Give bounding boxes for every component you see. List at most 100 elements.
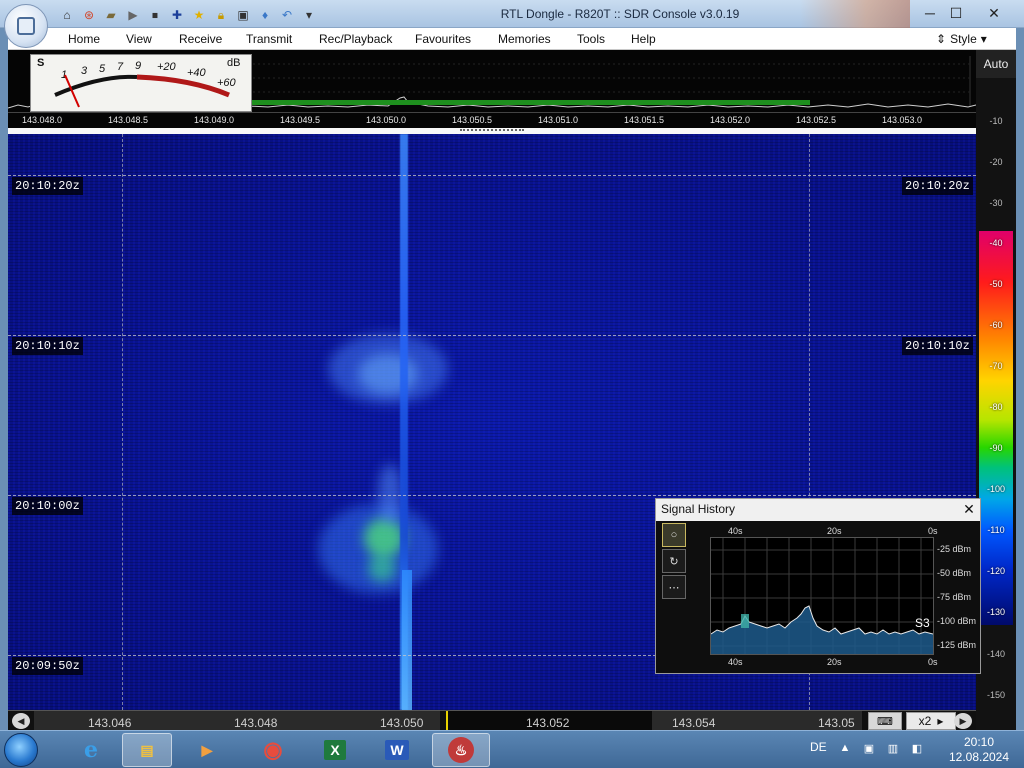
device-icon[interactable]: ▣ <box>862 741 876 755</box>
menu-tools[interactable]: Tools <box>577 32 605 46</box>
taskbar-app-word[interactable]: W <box>372 733 422 767</box>
time-label: 20:10:20z <box>902 177 973 195</box>
record-button[interactable]: ○ <box>662 523 686 547</box>
word-icon: W <box>385 740 409 760</box>
network-icon[interactable]: ▥ <box>886 741 900 755</box>
signal-history-close-button[interactable]: ✕ <box>962 502 976 516</box>
grid-line <box>8 335 976 336</box>
menu-favourites[interactable]: Favourites <box>415 32 471 46</box>
start-button[interactable] <box>4 733 38 767</box>
menu-rec-playback[interactable]: Rec/Playback <box>319 32 392 46</box>
taskbar-app-chrome[interactable]: ◉ <box>248 733 298 767</box>
freq-tick: 143.053.0 <box>882 115 923 125</box>
scroll-right-icon[interactable]: ▶ <box>954 713 972 729</box>
menu-help[interactable]: Help <box>631 32 656 46</box>
x-axis-label: 0s <box>928 526 938 536</box>
signal-history-plot <box>710 537 934 655</box>
volume-icon[interactable]: ◧ <box>910 741 924 755</box>
spectrum-filter-bar <box>248 100 810 105</box>
menu-receive[interactable]: Receive <box>179 32 222 46</box>
favourite-star-icon[interactable]: ★ <box>190 6 208 24</box>
scroll-left-icon[interactable]: ◀ <box>12 713 30 729</box>
taskbar-app-sdr-console[interactable]: ♨ <box>432 733 490 767</box>
colour-tick: -110 <box>987 525 1005 535</box>
spectrum-display[interactable]: S dB 1 3 5 7 9 +20 +40 +60 <box>8 50 976 112</box>
lock-icon[interactable]: 🔒︎ <box>212 6 230 24</box>
colour-tick: -120 <box>986 566 1005 576</box>
x-axis-label: 40s <box>728 526 743 536</box>
customize-dropdown-icon[interactable]: ▾ <box>300 6 318 24</box>
colour-tick: -100 <box>986 484 1005 494</box>
clock-time: 20:10 <box>963 735 995 749</box>
grid-line <box>8 175 976 176</box>
frequency-axis: 143.048.0 143.048.5 143.049.0 143.049.5 … <box>8 112 976 128</box>
y-axis-label: -25 dBm <box>937 544 972 554</box>
folder-icon: ▤ <box>140 741 154 758</box>
freq-tick: 143.051.0 <box>538 115 579 125</box>
colour-tick: -50 <box>989 279 1003 289</box>
home-icon[interactable]: ⌂ <box>58 6 76 24</box>
play-icon[interactable]: ▶ <box>124 6 142 24</box>
colour-tick: -40 <box>989 238 1003 248</box>
title-bar-decoration <box>800 0 910 28</box>
sdr-console-icon: ♨ <box>448 737 474 763</box>
time-label: 20:09:50z <box>12 657 83 675</box>
auto-scale-button[interactable]: Auto <box>976 50 1016 78</box>
taskbar-app-explorer[interactable]: ▤ <box>122 733 172 767</box>
freq-tick: 143.048.5 <box>108 115 149 125</box>
reset-button[interactable]: ↻ <box>662 549 686 573</box>
x-axis-label: 20s <box>827 526 842 536</box>
freq-tick: 143.051.5 <box>624 115 665 125</box>
stop-icon[interactable]: ⏹ <box>146 6 164 24</box>
menu-home[interactable]: Home <box>68 32 100 46</box>
s-reading: S3 <box>915 616 930 630</box>
colour-tick: -90 <box>989 443 1003 453</box>
internet-explorer-icon: e <box>84 737 98 763</box>
taskbar: e ▤ ▶ ◉ X W ♨ DE ▲ ▣ ▥ ◧ 20:10 12.08.202… <box>0 730 1024 768</box>
undo-icon[interactable]: ↶ <box>278 6 296 24</box>
signal-trail <box>378 464 402 524</box>
freq-tick: 143.048.0 <box>22 115 63 125</box>
menu-transmit[interactable]: Transmit <box>246 32 292 46</box>
title-bar: ⌂ ⊛ ▰ ▶ ⏹ ✚ ★ 🔒︎ ▣ ♦ ↶ ▾ RTL Dongle - R8… <box>0 0 1024 28</box>
taskbar-app-excel[interactable]: X <box>310 733 360 767</box>
menu-memories[interactable]: Memories <box>498 32 551 46</box>
app-logo-icon <box>17 17 35 35</box>
menu-bar: Home View Receive Transmit Rec/Playback … <box>8 28 1016 50</box>
zoom-value: x2 <box>918 714 932 728</box>
freq-tick: 143.052.0 <box>710 115 751 125</box>
style-label: Style <box>950 32 977 46</box>
style-menu[interactable]: ⇕ Style ▾ <box>936 30 1012 48</box>
zoom-selector[interactable]: x2 ▸ <box>906 712 956 730</box>
language-indicator[interactable]: DE <box>810 740 827 754</box>
menu-view[interactable]: View <box>126 32 152 46</box>
lifebuoy-icon[interactable]: ⊛ <box>80 6 98 24</box>
band-scroller[interactable]: ◀ 143.046 143.048 143.050 143.052 143.05… <box>8 710 976 731</box>
show-hidden-icons-icon[interactable]: ▲ <box>838 741 852 755</box>
maximize-button[interactable]: ☐ <box>944 3 968 23</box>
signal-history-title: Signal History <box>656 499 980 521</box>
application-menu-button[interactable] <box>4 4 48 48</box>
add-icon[interactable]: ✚ <box>168 6 186 24</box>
drop-icon[interactable]: ♦ <box>256 6 274 24</box>
close-button[interactable]: ✕ <box>982 3 1006 23</box>
excel-icon: X <box>324 740 346 760</box>
camera-icon[interactable]: ▣ <box>234 6 252 24</box>
minimize-button[interactable]: ─ <box>918 3 942 23</box>
grid-line <box>122 134 123 710</box>
db-tick: -30 <box>989 198 1003 208</box>
signal-history-panel: Signal History ✕ ○ ↻ ⋯ 40s 20s 0s 40s 20… <box>655 498 981 674</box>
clock[interactable]: 20:10 12.08.2024 <box>942 735 1016 765</box>
y-axis-label: -100 dBm <box>937 616 977 626</box>
y-axis-label: -50 dBm <box>937 568 972 578</box>
folder-icon[interactable]: ▰ <box>102 6 120 24</box>
band-label: 143.050 <box>380 716 424 730</box>
taskbar-app-media-player[interactable]: ▶ <box>182 733 232 767</box>
taskbar-app-ie[interactable]: e <box>66 733 116 767</box>
colour-tick: -70 <box>989 361 1003 371</box>
more-button[interactable]: ⋯ <box>662 575 686 599</box>
band-label: 143.052 <box>526 716 570 730</box>
keyboard-button[interactable]: ⌨ <box>868 712 902 730</box>
x-axis-label: 0s <box>928 657 938 667</box>
x-axis-label: 40s <box>728 657 743 667</box>
